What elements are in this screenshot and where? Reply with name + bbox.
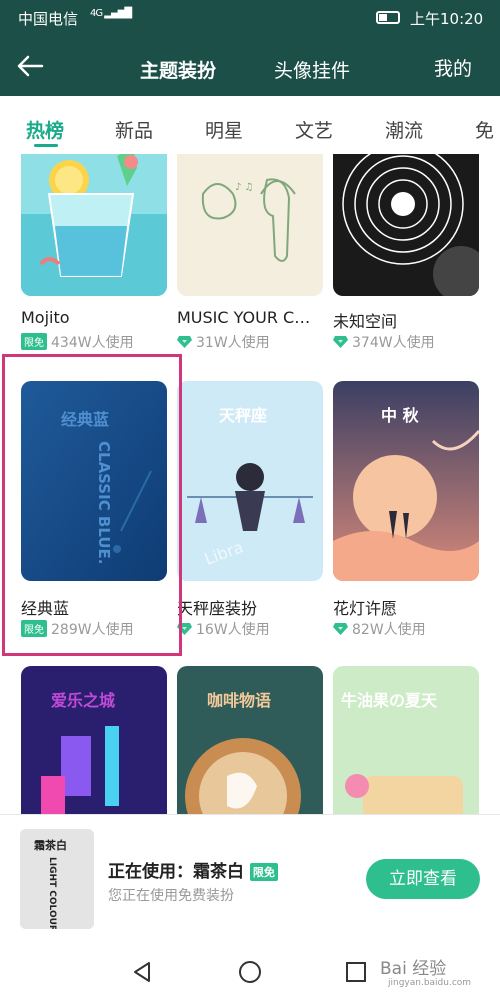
category-tabs: 热榜 新品 明星 文艺 潮流 免 bbox=[0, 96, 500, 154]
theme-thumbnail[interactable]: 中 秋 bbox=[333, 381, 479, 581]
carrier-label: 中国电信 bbox=[18, 10, 79, 28]
theme-thumbnail[interactable]: 咖啡物语 bbox=[177, 666, 323, 814]
free-badge: 限免 bbox=[21, 333, 47, 350]
art-title: 中 秋 bbox=[381, 406, 420, 425]
mine-link[interactable]: 我的 bbox=[434, 54, 472, 81]
category-hot[interactable]: 热榜 bbox=[26, 116, 64, 143]
art-title: 天秤座 bbox=[219, 406, 267, 425]
system-nav-bar: Bai 经验 jingyan.baidu.com bbox=[0, 942, 500, 1000]
usage-count: 16W人使用 bbox=[177, 619, 270, 639]
signal-icon: 4G ▂▄▆█ bbox=[90, 8, 132, 19]
art-title: 咖啡物语 bbox=[207, 691, 271, 710]
category-trend[interactable]: 潮流 bbox=[385, 116, 423, 143]
selection-highlight bbox=[2, 354, 182, 656]
art-title: 爱乐之城 bbox=[51, 691, 115, 710]
home-icon[interactable] bbox=[238, 960, 262, 984]
tab-theme[interactable]: 主题装扮 bbox=[140, 56, 216, 83]
diamond-icon bbox=[333, 336, 348, 348]
theme-name: 未知空间 bbox=[333, 312, 398, 331]
theme-thumbnail[interactable]: 牛油果の夏天 bbox=[333, 666, 479, 814]
theme-thumbnail[interactable]: 天秤座 Libra bbox=[177, 381, 323, 581]
svg-text:♪ ♫: ♪ ♫ bbox=[235, 182, 254, 193]
diamond-icon bbox=[177, 336, 192, 348]
art-subtitle: LIGHT COLOUR. bbox=[47, 857, 57, 929]
recents-icon[interactable] bbox=[344, 960, 368, 984]
category-free[interactable]: 免 bbox=[475, 116, 494, 143]
diamond-icon bbox=[333, 623, 348, 635]
theme-thumbnail[interactable] bbox=[21, 154, 167, 296]
status-bar: 中国电信 4G ▂▄▆█ 上午10:20 bbox=[0, 0, 500, 36]
active-tab-indicator bbox=[34, 144, 58, 147]
art-title: 霜茶白 bbox=[33, 838, 67, 852]
art-title: 牛油果の夏天 bbox=[341, 691, 438, 710]
back-icon[interactable] bbox=[130, 960, 154, 984]
back-arrow-icon[interactable] bbox=[12, 48, 48, 84]
watermark-url: jingyan.baidu.com bbox=[388, 978, 472, 988]
category-star[interactable]: 明星 bbox=[205, 116, 243, 143]
theme-name: MUSIC YOUR C… bbox=[177, 308, 311, 327]
category-new[interactable]: 新品 bbox=[115, 116, 153, 143]
view-now-button[interactable]: 立即查看 bbox=[366, 859, 480, 899]
free-badge: 限免 bbox=[249, 863, 278, 881]
battery-icon bbox=[376, 11, 400, 24]
usage-count: 82W人使用 bbox=[333, 619, 426, 639]
theme-name: 天秤座装扮 bbox=[177, 599, 258, 618]
theme-name: Mojito bbox=[21, 308, 70, 327]
theme-thumbnail[interactable] bbox=[333, 154, 479, 296]
current-theme-subtitle: 您正在使用免费装扮 bbox=[108, 888, 234, 904]
current-theme-bar: 霜茶白 LIGHT COLOUR. 正在使用：霜茶白 限免 您正在使用免费装扮 … bbox=[0, 814, 500, 942]
current-theme-thumbnail[interactable]: 霜茶白 LIGHT COLOUR. bbox=[20, 829, 94, 929]
theme-thumbnail[interactable]: 爱乐之城 bbox=[21, 666, 167, 814]
usage-count: 限免 434W人使用 bbox=[21, 332, 134, 352]
theme-name: 花灯许愿 bbox=[333, 599, 398, 618]
current-theme-title: 正在使用：霜茶白 限免 bbox=[108, 857, 282, 882]
watermark-logo: Bai 经验 bbox=[380, 959, 447, 979]
theme-grid: Mojito 限免434W人使用 ♪ ♫ 乐迷 × QQ音乐 MUSIC YOU… bbox=[0, 154, 500, 814]
usage-count: 374W人使用 bbox=[333, 332, 435, 352]
clock: 上午10:20 bbox=[410, 10, 484, 28]
top-nav: 主题装扮 头像挂件 我的 bbox=[0, 36, 500, 96]
category-art[interactable]: 文艺 bbox=[295, 116, 333, 143]
tab-avatar-pendant[interactable]: 头像挂件 bbox=[274, 56, 350, 83]
usage-count: 31W人使用 bbox=[177, 332, 270, 352]
theme-thumbnail[interactable]: ♪ ♫ 乐迷 × QQ音乐 bbox=[177, 154, 323, 296]
